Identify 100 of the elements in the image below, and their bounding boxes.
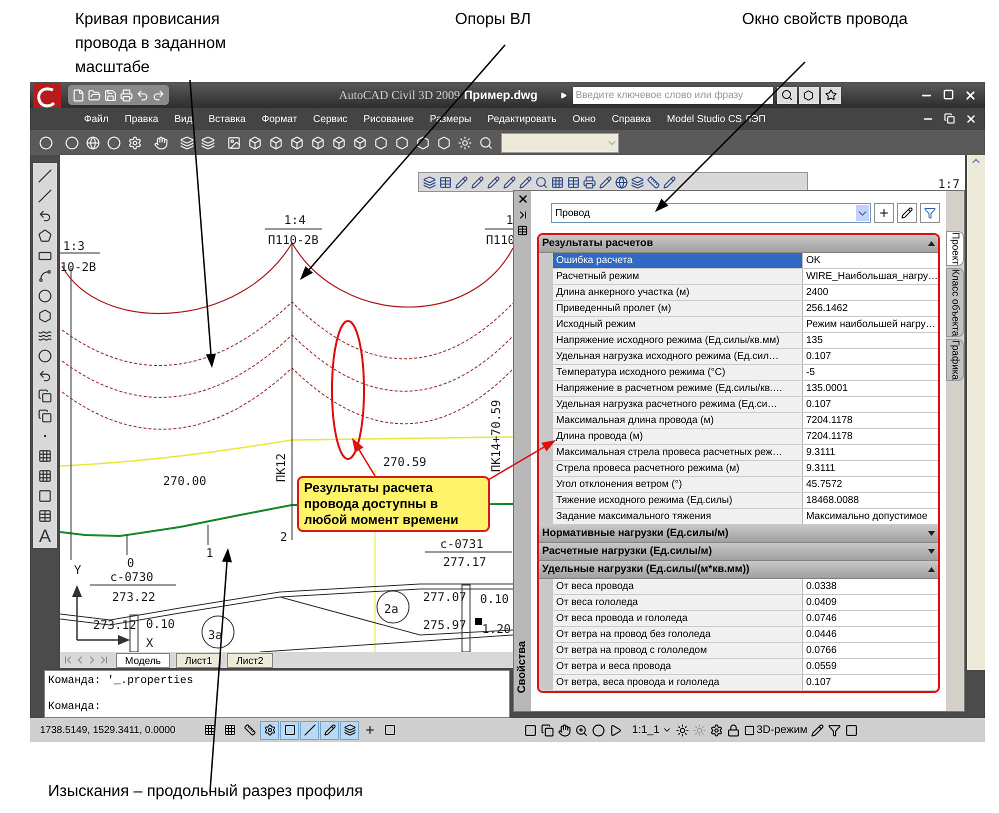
side-tab[interactable]: Графика <box>946 339 964 382</box>
drawing-label: 1:4 <box>284 213 306 227</box>
workspace-button[interactable]: 3D-режим <box>744 722 808 738</box>
dropdown-field[interactable] <box>501 132 619 152</box>
drawing-label: 1 <box>506 213 514 227</box>
tool-icon[interactable] <box>439 176 452 188</box>
search-icon[interactable] <box>776 86 797 104</box>
drawing-label: 10-2В <box>60 260 96 274</box>
tool-icon[interactable] <box>503 176 516 188</box>
menu-item[interactable]: Справка <box>604 112 659 126</box>
tool-icon[interactable] <box>471 176 484 188</box>
drawing-label: 270.59 <box>383 455 426 469</box>
maximize-icon[interactable] <box>943 88 954 102</box>
caret-icon <box>928 531 935 536</box>
pan-icon[interactable] <box>558 724 571 736</box>
tool-icon[interactable] <box>647 176 660 188</box>
drawing-label: 1:7 <box>938 177 960 191</box>
tool-icon[interactable] <box>583 176 596 188</box>
annotation-scale-button[interactable]: 1:1_1 <box>632 722 672 738</box>
annotation-caption: Кривая провисания провода в заданном масштабе <box>75 10 227 78</box>
caret-icon <box>928 549 935 554</box>
drawing-label: 0.10 <box>146 617 175 631</box>
annotation-caption: Опоры ВЛ <box>455 10 532 30</box>
tool-icon[interactable] <box>663 176 676 188</box>
gear-icon[interactable] <box>710 724 723 736</box>
drawing-label: 2 <box>280 530 288 544</box>
menu-item[interactable]: Формат <box>254 112 306 126</box>
tool-icon[interactable] <box>455 176 468 188</box>
section-header[interactable]: Нормативные нагрузки (Ед.силы/м) <box>539 525 938 543</box>
layout-tab[interactable]: Лист1 <box>176 652 222 668</box>
undo-icon[interactable] <box>136 88 149 102</box>
folder-icon[interactable] <box>88 88 101 102</box>
text-tool[interactable]: A <box>38 526 51 546</box>
drawing-label: X <box>146 636 154 650</box>
tool-icon[interactable] <box>519 176 532 188</box>
tool-icon[interactable] <box>631 176 644 188</box>
drawing-label: ПК12 <box>274 453 288 482</box>
zoom-icon[interactable] <box>575 724 588 736</box>
redo-icon[interactable] <box>152 88 165 102</box>
menu-item[interactable]: Файл <box>76 112 117 126</box>
tool-icon[interactable] <box>615 176 628 188</box>
document-name: Пример.dwg <box>464 87 538 104</box>
drawing-label: с-0730 <box>110 570 154 584</box>
tool-icon[interactable] <box>599 176 612 188</box>
tool-icon[interactable] <box>487 176 500 188</box>
caret-icon <box>928 567 935 572</box>
section-header[interactable]: Результаты расчетов <box>539 235 938 253</box>
menu-item[interactable]: Размеры <box>422 112 480 126</box>
save-icon[interactable] <box>104 88 117 102</box>
window-title: AutoCAD Civil 3D 2009 <box>339 87 460 104</box>
menu-item[interactable]: Сервис <box>305 112 356 126</box>
side-tab[interactable]: Проект <box>946 231 964 266</box>
coordinates-text: 1738.5149, 1529.3411, 0.0000 <box>40 724 176 738</box>
filter-icon[interactable] <box>920 203 940 223</box>
drawing-label: 270.00 <box>163 474 206 488</box>
drawing-label: с-0731 <box>440 537 484 551</box>
menu-item[interactable]: Правка <box>116 112 166 126</box>
drawing-label: 0 <box>127 556 134 570</box>
tool-icon[interactable] <box>535 176 548 188</box>
expand-arrow-icon[interactable] <box>560 92 567 98</box>
layout-tab[interactable]: Модель <box>116 652 170 668</box>
close-icon[interactable] <box>965 113 977 125</box>
menu-item[interactable]: Рисование <box>355 112 422 126</box>
caret-icon <box>856 205 869 221</box>
new-file-icon[interactable] <box>72 88 85 102</box>
close-icon[interactable] <box>964 88 977 102</box>
tool-icon[interactable] <box>551 176 564 188</box>
drawing-label: П110-2В <box>268 233 319 247</box>
tool-icon[interactable] <box>567 176 580 188</box>
layout-tab[interactable]: Лист2 <box>227 652 272 668</box>
callout-box: Результаты расчета провода доступны в любой момент времени <box>297 476 490 532</box>
drawing-label: 1 <box>206 546 214 560</box>
section-header[interactable]: Расчетные нагрузки (Ед.силы/м) <box>539 543 938 561</box>
drawing-label: ПК14+70.59 <box>489 400 503 472</box>
caret-icon <box>928 241 935 246</box>
section-header[interactable]: Удельные нагрузки (Ед.силы/(м*кв.мм)) <box>539 561 938 579</box>
palette-title: Свойства <box>515 640 530 693</box>
restore-icon[interactable] <box>944 113 955 125</box>
menu-item[interactable]: Редактировать <box>479 112 564 126</box>
menu-item[interactable]: Окно <box>564 112 604 126</box>
drawing-label: 277.17 <box>443 555 486 569</box>
callout-arrow <box>352 438 376 476</box>
annotation-caption: Изыскания – продольный разрез профиля <box>48 783 363 800</box>
command-line: Команда: <box>48 700 102 715</box>
side-tab[interactable]: Класс объекта <box>946 268 964 338</box>
lock-icon[interactable] <box>726 724 740 736</box>
tool-icon[interactable] <box>423 176 436 188</box>
drawing-label: 0.10 <box>480 592 509 606</box>
menu-item[interactable]: Вид <box>166 112 200 126</box>
drawing-label: Y <box>74 563 82 577</box>
object-type-dropdown[interactable]: Провод <box>551 203 871 223</box>
drawing-label: 1:3 <box>63 239 85 253</box>
close-icon[interactable] <box>516 193 529 205</box>
drawing-label: 273.22 <box>112 590 156 604</box>
search-field[interactable]: Введите ключевое слово или фразу <box>572 86 773 104</box>
annotation-caption: Окно свойств провода <box>742 10 909 30</box>
command-line: Команда: '_.properties <box>48 674 194 689</box>
drawing-label: 2а <box>384 602 398 616</box>
print-icon[interactable] <box>120 88 133 102</box>
menu-item[interactable]: Вставка <box>200 112 254 126</box>
